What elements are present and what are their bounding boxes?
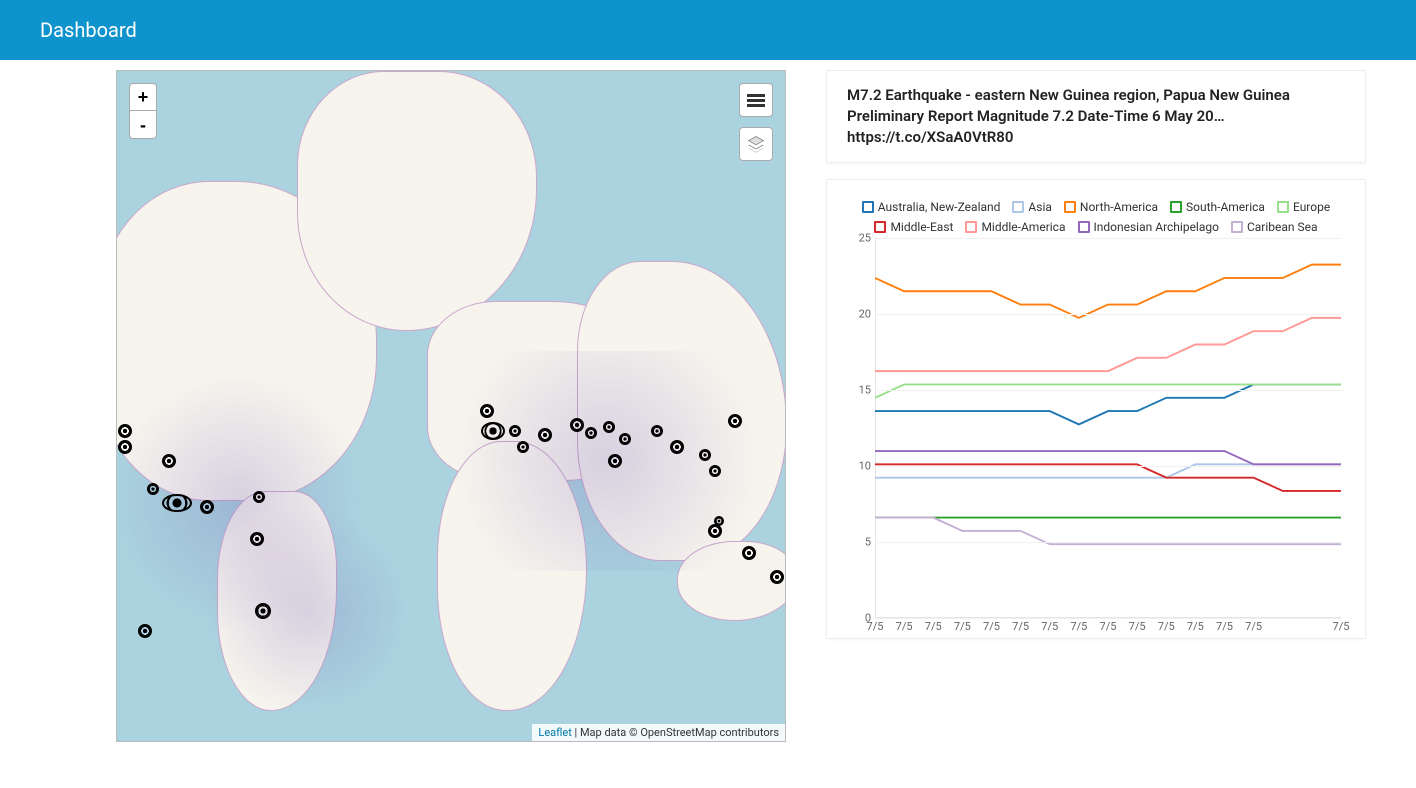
leaflet-link[interactable]: Leaflet	[538, 726, 571, 739]
x-tick-label: 7/5	[1129, 620, 1146, 633]
legend-swatch	[1231, 221, 1243, 233]
legend-item[interactable]: Middle-East	[874, 220, 953, 234]
series-line[interactable]	[875, 384, 1341, 397]
legend-item[interactable]: Indonesian Archipelago	[1078, 220, 1219, 234]
x-tick-label: 7/5	[1245, 620, 1262, 633]
x-tick-label: 7/5	[1216, 620, 1233, 633]
legend-label: South-America	[1186, 200, 1265, 214]
world-map[interactable]: + - Leaflet | Map data © OpenStreetMap c…	[116, 70, 786, 742]
legend-item[interactable]: Asia	[1012, 200, 1051, 214]
x-tick-label: 7/5	[1187, 620, 1204, 633]
x-tick-label: 7/5	[1333, 620, 1350, 633]
header: Dashboard	[0, 0, 1416, 60]
legend-swatch	[1064, 201, 1076, 213]
series-line[interactable]	[875, 451, 1341, 464]
x-tick-label: 7/5	[925, 620, 942, 633]
line-chart-card: Australia, New-Zealand Asia North-America S…	[826, 179, 1366, 639]
series-line[interactable]	[875, 518, 1341, 545]
hamburger-icon	[747, 92, 765, 109]
tweet-card: M7.2 Earthquake - eastern New Guinea reg…	[826, 70, 1366, 163]
gridline	[875, 314, 1341, 315]
x-tick-label: 7/5	[896, 620, 913, 633]
legend-swatch	[1078, 221, 1090, 233]
legend-item[interactable]: Europe	[1277, 200, 1330, 214]
legend-label: Indonesian Archipelago	[1094, 220, 1219, 234]
legend-swatch	[1170, 201, 1182, 213]
legend-item[interactable]: Middle-America	[965, 220, 1065, 234]
legend-item[interactable]: North-America	[1064, 200, 1158, 214]
legend-label: Asia	[1028, 200, 1051, 214]
layers-icon	[746, 134, 766, 154]
x-tick-label: 7/5	[983, 620, 1000, 633]
zoom-out-button[interactable]: -	[129, 111, 157, 139]
gridline	[875, 542, 1341, 543]
chart-legend: Australia, New-Zealand Asia North-America S…	[851, 200, 1341, 234]
chart-plot-area[interactable]: 7/57/57/57/57/57/57/57/57/57/57/57/57/57…	[875, 238, 1341, 618]
legend-item[interactable]: Australia, New-Zealand	[862, 200, 1001, 214]
series-line[interactable]	[875, 318, 1341, 371]
legend-item[interactable]: South-America	[1170, 200, 1265, 214]
x-tick-label: 7/5	[1100, 620, 1117, 633]
y-tick-label: 10	[849, 460, 871, 473]
legend-item[interactable]: Caribean Sea	[1231, 220, 1318, 234]
gridline	[875, 466, 1341, 467]
x-tick-label: 7/5	[1041, 620, 1058, 633]
series-line[interactable]	[875, 265, 1341, 318]
y-tick-label: 20	[849, 308, 871, 321]
x-tick-label: 7/5	[1158, 620, 1175, 633]
x-tick-label: 7/5	[1012, 620, 1029, 633]
y-tick-label: 15	[849, 384, 871, 397]
tweet-text: M7.2 Earthquake - eastern New Guinea reg…	[847, 86, 1290, 146]
zoom-controls: + -	[129, 83, 157, 139]
x-tick-label: 7/5	[1070, 620, 1087, 633]
legend-swatch	[1277, 201, 1289, 213]
y-tick-label: 25	[849, 232, 871, 245]
legend-label: Middle-America	[981, 220, 1065, 234]
legend-swatch	[862, 201, 874, 213]
layers-button[interactable]	[739, 127, 773, 161]
gridline	[875, 618, 1341, 619]
y-tick-label: 0	[849, 612, 871, 625]
gridline	[875, 238, 1341, 239]
legend-swatch	[874, 221, 886, 233]
legend-swatch	[965, 221, 977, 233]
y-tick-label: 5	[849, 536, 871, 549]
legend-label: Europe	[1293, 200, 1330, 214]
content: + - Leaflet | Map data © OpenStreetMap c…	[0, 60, 1416, 742]
legend-swatch	[1012, 201, 1024, 213]
map-menu-button[interactable]	[739, 83, 773, 117]
legend-label: Australia, New-Zealand	[878, 200, 1001, 214]
legend-label: Middle-East	[890, 220, 953, 234]
legend-label: North-America	[1080, 200, 1158, 214]
x-tick-label: 7/5	[954, 620, 971, 633]
zoom-in-button[interactable]: +	[129, 83, 157, 111]
map-attribution: Leaflet | Map data © OpenStreetMap contr…	[532, 724, 785, 741]
gridline	[875, 390, 1341, 391]
page-title: Dashboard	[40, 18, 137, 42]
legend-label: Caribean Sea	[1247, 220, 1318, 234]
